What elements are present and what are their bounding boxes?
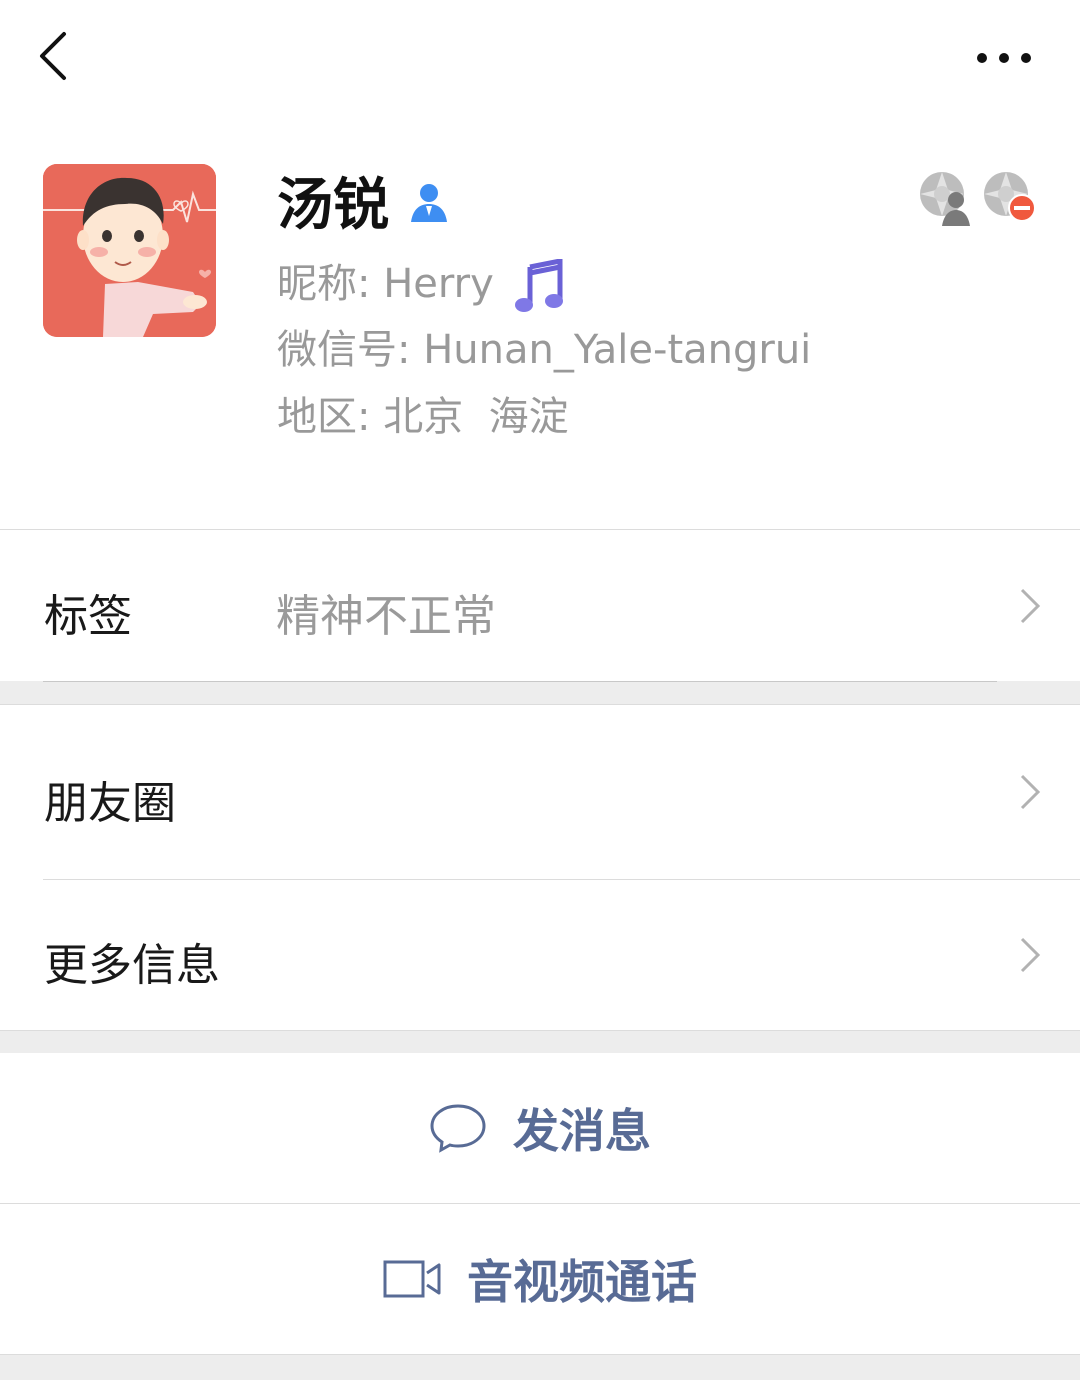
avatar[interactable]	[43, 164, 216, 337]
back-arrow-icon	[40, 32, 66, 80]
moments-blocked-icon	[984, 172, 1036, 222]
video-camera-icon	[383, 1260, 441, 1298]
more-info-label: 更多信息	[44, 940, 220, 991]
send-message-button[interactable]: 发消息	[0, 1053, 1080, 1203]
contact-person-icon	[411, 184, 447, 222]
moments-row[interactable]: 朋友圈	[0, 705, 1080, 879]
tags-row[interactable]: 标签 精神不正常	[0, 530, 1080, 681]
music-note-icon	[515, 259, 564, 312]
wechat-id-label: 微信号:	[277, 327, 411, 373]
divider	[43, 681, 997, 682]
tags-value: 精神不正常	[276, 591, 496, 642]
wechat-id-value: Hunan_Yale-tangrui	[423, 327, 812, 373]
video-call-button[interactable]: 音视频通话	[0, 1204, 1080, 1354]
chevron-right-icon	[1020, 588, 1041, 624]
video-call-label: 音视频通话	[467, 1255, 697, 1309]
wechat-id-line: 微信号: Hunan_Yale-tangrui	[277, 322, 811, 378]
chat-bubble-icon	[430, 1104, 486, 1153]
chevron-right-icon	[1020, 774, 1041, 810]
back-button[interactable]	[30, 22, 84, 90]
send-message-label: 发消息	[513, 1104, 651, 1158]
more-options-button[interactable]	[968, 32, 1040, 84]
avatar-illustration	[43, 164, 216, 337]
divider	[43, 879, 1080, 880]
divider	[0, 1354, 1080, 1355]
more-dots-icon	[977, 53, 1031, 63]
moments-label: 朋友圈	[44, 778, 176, 829]
divider	[0, 1030, 1080, 1031]
region-value: 北京 海淀	[383, 394, 569, 440]
region-line: 地区: 北京 海淀	[277, 389, 569, 445]
moments-blocked-button[interactable]	[982, 170, 1040, 226]
nickname-value: Herry	[383, 261, 494, 307]
profile-header: 汤锐 昵称: Herry 微信号: Hunan_Yale-tangrui 地区:…	[0, 0, 1080, 530]
tags-label: 标签	[44, 591, 132, 642]
chevron-right-icon	[1020, 937, 1041, 973]
moments-contact-button[interactable]	[918, 170, 976, 226]
region-label: 地区:	[277, 394, 371, 440]
more-info-row[interactable]: 更多信息	[0, 879, 1080, 1030]
profile-name: 汤锐	[277, 173, 389, 238]
moments-contact-icon	[920, 172, 970, 226]
nickname-line: 昵称: Herry	[277, 256, 564, 313]
nickname-label: 昵称:	[277, 261, 371, 307]
